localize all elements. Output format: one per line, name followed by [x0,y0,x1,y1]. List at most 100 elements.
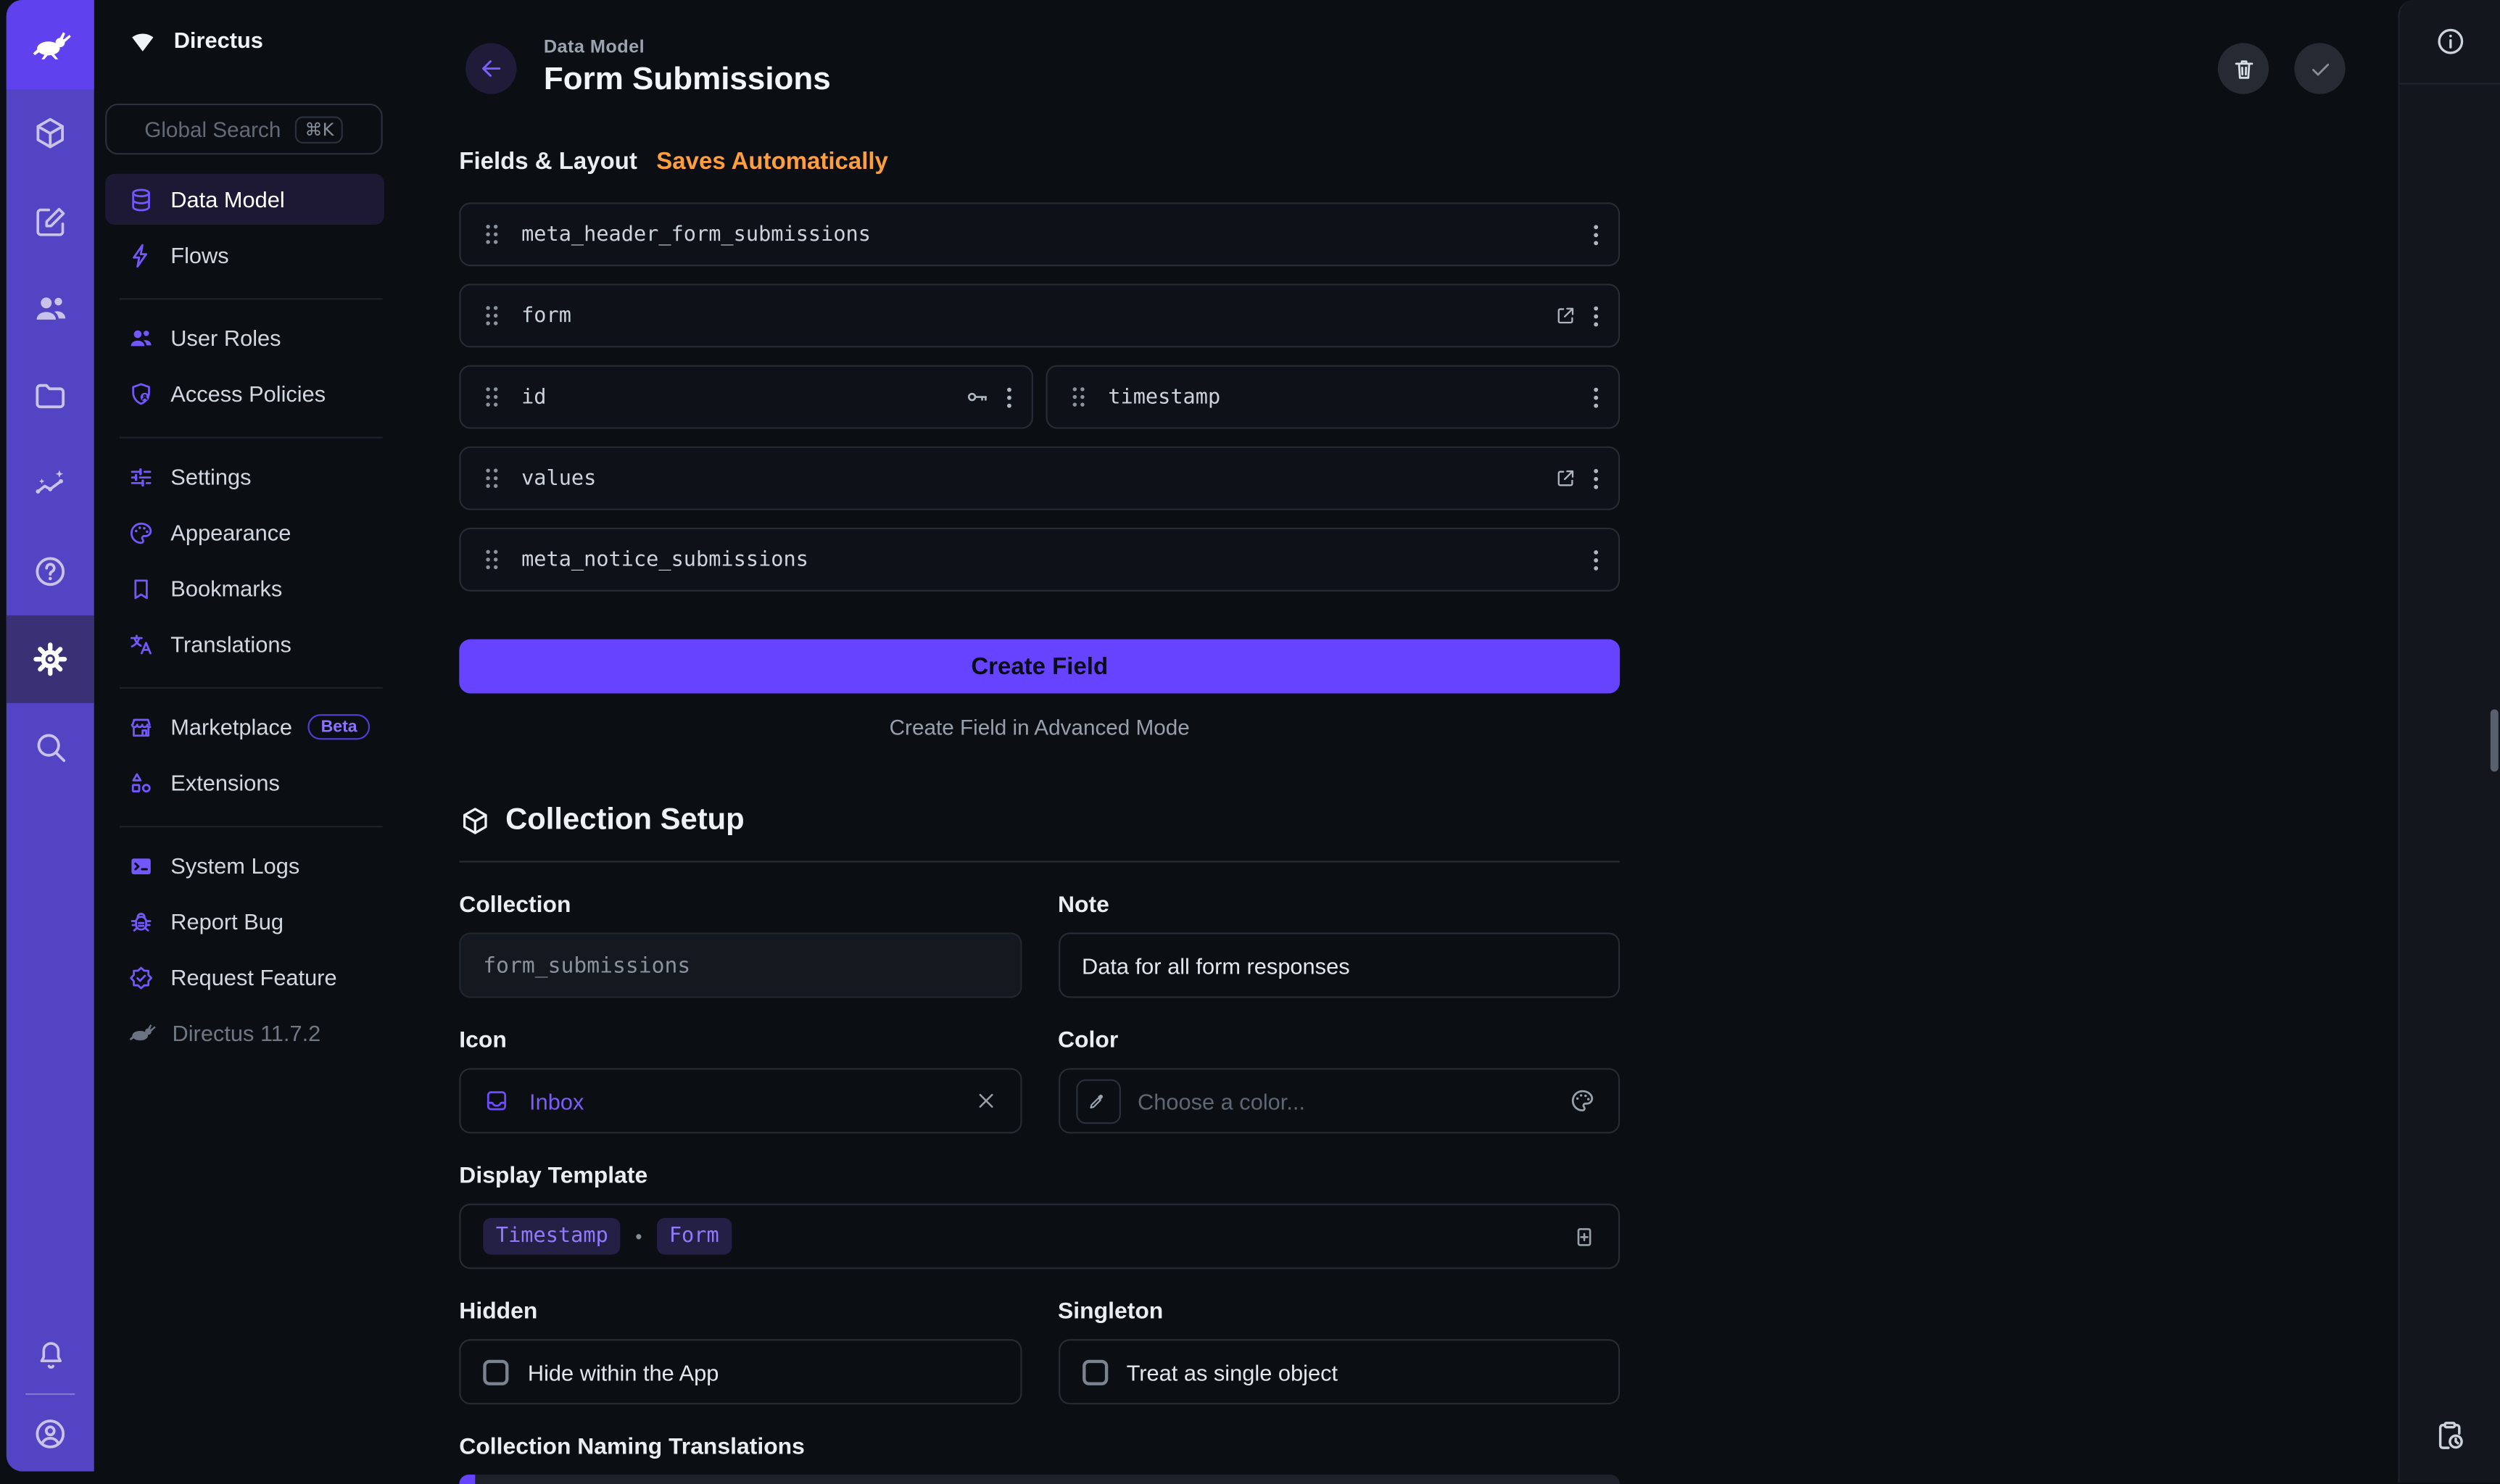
directus-app: Directus Global Search ⌘K Data Model Flo… [0,0,2500,1483]
note-input[interactable]: Data for all form responses [1058,932,1620,998]
external-link-icon[interactable] [1555,467,1577,489]
eyedropper-button[interactable] [1075,1079,1120,1124]
field-row[interactable]: meta_notice_submissions [459,528,1620,592]
module-insights[interactable] [7,440,94,528]
drag-handle-icon[interactable] [483,222,500,247]
template-chip[interactable]: Timestamp [483,1218,621,1255]
form-row: Collection form_submissions Note Data fo… [459,892,1620,998]
sidebar-item-appearance[interactable]: Appearance [105,507,384,557]
icon-value: Inbox [529,1088,584,1114]
display-template-input[interactable]: Timestamp • Form [459,1203,1620,1269]
fields-layout-header: Fields & Layout Saves Automatically [459,149,1620,175]
revisions-button[interactable] [2433,1419,2467,1460]
module-search[interactable] [7,703,94,791]
external-link-icon[interactable] [1555,304,1577,327]
collection-setup-header: Collection Setup [459,803,1620,838]
field-row[interactable]: values [459,447,1620,510]
singleton-checkbox-label: Treat as single object [1127,1359,1338,1385]
template-chip[interactable]: Form [656,1218,732,1255]
singleton-input[interactable]: Treat as single object [1058,1339,1620,1404]
sidebar-divider [120,437,383,439]
field-row[interactable]: form [459,283,1620,347]
color-input[interactable]: Choose a color... [1058,1068,1620,1133]
sidebar-item-report-bug[interactable]: Report Bug [105,896,384,947]
display-template-label: Display Template [459,1164,1620,1189]
breadcrumb[interactable]: Data Model [544,38,831,57]
info-sidebar-button[interactable] [2399,0,2500,85]
field-row[interactable]: meta_header_form_submissions [459,202,1620,266]
advanced-mode-link[interactable]: Create Field in Advanced Mode [459,716,1620,739]
form-row: Icon Inbox Color [459,1028,1620,1133]
sidebar-item-user-roles[interactable]: User Roles [105,312,384,363]
bell-icon [33,1338,67,1372]
account-button[interactable] [7,1398,94,1469]
sidebar-item-request-feature[interactable]: Request Feature [105,952,384,1003]
module-content[interactable] [7,89,94,177]
bug-icon [128,908,154,934]
sidebar-item-label: Data Model [170,186,284,212]
drag-handle-icon[interactable] [483,547,500,572]
sidebar-item-system-logs[interactable]: System Logs [105,840,384,891]
save-button[interactable] [2294,43,2345,94]
field-row[interactable]: id [459,365,1033,429]
sidebar-item-bookmarks[interactable]: Bookmarks [105,563,384,613]
sidebar-item-label: Access Policies [170,381,326,407]
module-users[interactable] [7,265,94,352]
field-name: form [521,304,571,328]
sidebar-item-extensions[interactable]: Extensions [105,758,384,808]
module-files[interactable] [7,352,94,440]
page-scrollbar[interactable] [2491,710,2499,772]
hidden-checkbox[interactable] [483,1359,508,1385]
singleton-field: Singleton Treat as single object [1058,1299,1620,1404]
info-icon [2434,25,2466,57]
shapes-icon [128,769,154,796]
naming-translations-partial-control[interactable] [459,1475,1620,1484]
directus-logo-button[interactable] [7,0,94,89]
drag-handle-icon[interactable] [1070,384,1088,410]
kebab-menu-icon[interactable] [1593,466,1599,490]
sidebar-item-data-model[interactable]: Data Model [105,174,384,225]
key-icon [964,384,990,410]
project-logo-icon [128,25,158,55]
back-button[interactable] [465,43,516,94]
singleton-checkbox[interactable] [1082,1359,1107,1385]
icon-input[interactable]: Inbox [459,1068,1021,1133]
field-row[interactable]: timestamp [1046,365,1621,429]
field-name: meta_notice_submissions [521,547,808,571]
sidebar-item-access-policies[interactable]: Access Policies [105,368,384,419]
kebab-menu-icon[interactable] [1593,385,1599,409]
sidebar-item-flows[interactable]: Flows [105,230,384,281]
hidden-input[interactable]: Hide within the App [459,1339,1021,1404]
sidebar-item-label: System Logs [170,853,299,878]
gear-icon [32,641,69,678]
sidebar-divider [120,687,383,689]
global-search-input[interactable]: Global Search ⌘K [105,104,383,154]
chip-separator: • [635,1225,642,1248]
user-roles-icon [128,324,154,351]
project-header[interactable]: Directus [94,0,396,80]
drag-handle-icon[interactable] [483,303,500,328]
module-help[interactable] [7,528,94,615]
sidebar-divider [120,298,383,299]
add-box-icon[interactable] [1570,1224,1596,1249]
module-settings[interactable] [7,615,94,703]
sidebar-item-translations[interactable]: Translations [105,618,384,669]
module-editor[interactable] [7,177,94,265]
kebab-menu-icon[interactable] [1006,385,1013,409]
kebab-menu-icon[interactable] [1593,304,1599,328]
close-icon[interactable] [973,1089,997,1113]
sidebar-item-settings[interactable]: Settings [105,451,384,502]
kebab-menu-icon[interactable] [1593,223,1599,246]
create-field-button[interactable]: Create Field [459,639,1620,694]
module-bar [7,0,94,1472]
drag-handle-icon[interactable] [483,465,500,491]
drag-handle-icon[interactable] [483,384,500,410]
right-sidebar [2398,0,2500,1483]
header-actions [2218,43,2346,94]
collection-setup-title: Collection Setup [505,803,745,838]
palette-icon[interactable] [1569,1087,1596,1114]
delete-collection-button[interactable] [2218,43,2269,94]
sidebar-item-marketplace[interactable]: Marketplace Beta [105,702,384,753]
kebab-menu-icon[interactable] [1593,547,1599,571]
notifications-button[interactable] [7,1320,94,1390]
